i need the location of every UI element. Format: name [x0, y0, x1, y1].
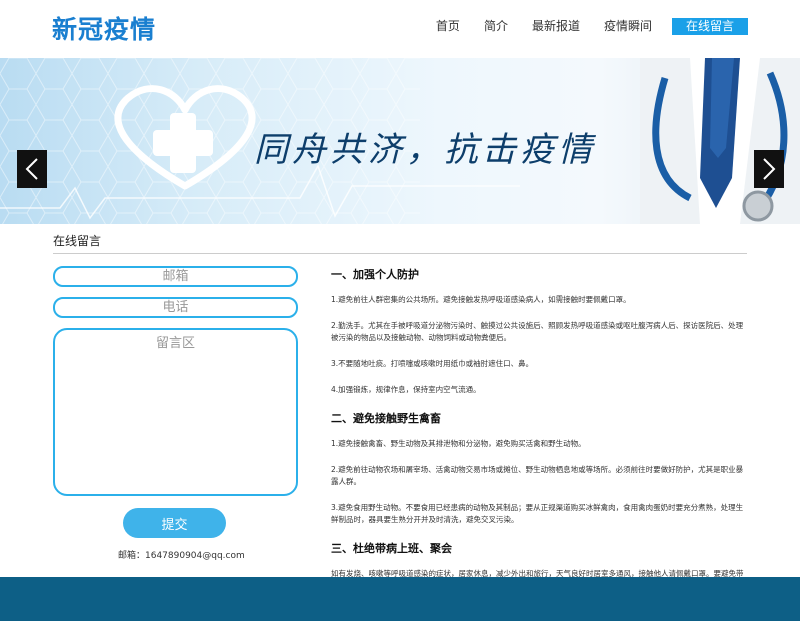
article-paragraph: 3.避免食用野生动物。不要食用已经患病的动物及其制品；要从正规渠道购买冰鲜禽肉，… [331, 503, 744, 524]
contact-email: 邮箱：1647890904@qq.com [118, 551, 245, 561]
banner-slogan: 同舟共济，抗击疫情 [254, 130, 596, 170]
article-heading-1: 一、加强个人防护 [331, 268, 419, 281]
message-textarea[interactable] [53, 328, 298, 496]
section-divider [53, 253, 747, 254]
article-heading-2: 二、避免接触野生禽畜 [331, 412, 441, 425]
article-paragraph: 4.加强锻炼，规律作息，保持室内空气流通。 [331, 385, 481, 394]
submit-button[interactable]: 提交 [123, 508, 226, 538]
nav-home[interactable]: 首页 [436, 17, 460, 35]
article-paragraph: 1.避免前往人群密集的公共场所。避免接触发热呼吸道感染病人，如需接触时要佩戴口罩… [331, 295, 631, 304]
article-paragraph: 1.避免接触禽畜、野生动物及其排泄物和分泌物，避免购买活禽和野生动物。 [331, 439, 586, 448]
main-nav: 首页 简介 最新报道 疫情瞬间 在线留言 [412, 17, 748, 35]
hero-banner: 同舟共济，抗击疫情 [0, 58, 800, 224]
nav-intro[interactable]: 简介 [484, 17, 508, 35]
phone-field[interactable] [53, 297, 298, 318]
nav-latest-news[interactable]: 最新报道 [532, 17, 580, 35]
article-paragraph: 2.避免前往动物农场和屠宰场、活禽动物交易市场或摊位、野生动物栖息地或等场所。必… [331, 465, 744, 486]
prevention-article: 一、加强个人防护 1.避免前往人群密集的公共场所。避免接触发热呼吸道感染病人，如… [331, 266, 747, 606]
article-paragraph: 2.勤洗手。尤其在手被呼吸道分泌物污染时、触摸过公共设施后、照顾发热呼吸道感染或… [331, 321, 744, 342]
site-logo[interactable]: 新冠疫情 [52, 10, 156, 46]
banner-prev-button[interactable] [17, 150, 47, 188]
banner-next-button[interactable] [754, 150, 784, 188]
nav-moments[interactable]: 疫情瞬间 [604, 17, 652, 35]
section-title: 在线留言 [53, 234, 102, 248]
chevron-left-icon [25, 158, 38, 180]
article-paragraph: 3.不要随地吐痰。打喷嚏或咳嗽时用纸巾或袖肘遮住口、鼻。 [331, 359, 534, 368]
header: 新冠疫情 首页 简介 最新报道 疫情瞬间 在线留言 [0, 0, 800, 58]
article-heading-3: 三、杜绝带病上班、聚会 [331, 542, 452, 555]
nav-online-message[interactable]: 在线留言 [671, 17, 748, 35]
email-field[interactable] [53, 266, 298, 287]
footer [0, 577, 800, 621]
doctor-illustration [640, 58, 800, 224]
chevron-right-icon [763, 158, 776, 180]
